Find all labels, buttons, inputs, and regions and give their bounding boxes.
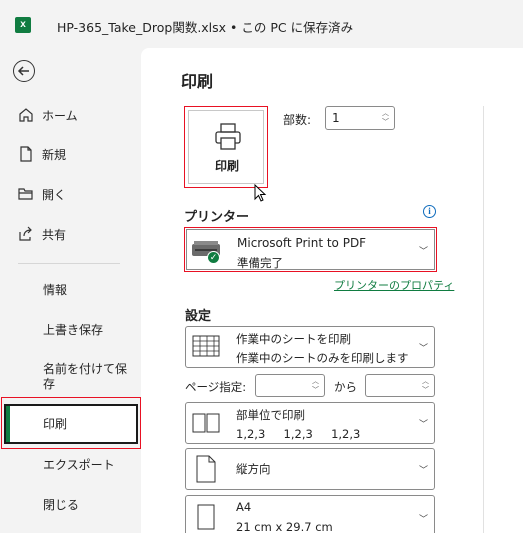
- printer-name: Microsoft Print to PDF: [237, 236, 367, 250]
- chevron-down-icon: ﹀: [418, 247, 428, 257]
- backstage-sidebar: ホーム 新規 開く 共有 情報 上書き保存 名前を付けて保存 印刷 エクスポート…: [0, 48, 141, 533]
- mouse-cursor-icon: [254, 184, 267, 202]
- print-button-label: 印刷: [214, 159, 239, 173]
- copies-value: 1: [332, 111, 340, 125]
- printer-properties-link[interactable]: プリンターのプロパティ: [334, 277, 454, 293]
- chevron-down-icon: ﹀: [418, 466, 428, 476]
- collate-title: 部単位で印刷: [236, 408, 305, 422]
- sidebar-item-info[interactable]: 情報: [0, 272, 141, 308]
- spinner-arrows-icon[interactable]: ︿ ﹀: [382, 109, 389, 127]
- print-what-title: 作業中のシートを印刷: [236, 332, 351, 346]
- print-button[interactable]: 印刷: [188, 110, 264, 184]
- pages-to-label: から: [334, 380, 357, 394]
- preview-divider: [483, 106, 484, 533]
- printer-dropdown-highlight: ✓ Microsoft Print to PDF 準備完了 ﹀: [184, 227, 437, 272]
- spinner-arrows-icon[interactable]: ︿ ﹀: [312, 377, 319, 395]
- sidebar-item-save[interactable]: 上書き保存: [0, 312, 141, 348]
- paper-size-icon: [197, 504, 215, 530]
- orientation-title: 縦方向: [236, 462, 271, 476]
- page-title: 印刷: [181, 72, 214, 91]
- sidebar-item-label: 共有: [42, 227, 67, 242]
- back-arrow-icon[interactable]: [13, 60, 35, 82]
- highlight-frame: [1, 397, 141, 449]
- home-icon: [19, 108, 33, 122]
- printer-icon: [215, 123, 241, 150]
- folder-icon: [18, 188, 33, 200]
- chevron-down-icon: ﹀: [418, 515, 428, 525]
- collate-desc: 1,2,3 1,2,3 1,2,3: [236, 427, 361, 441]
- ready-check-icon: ✓: [207, 251, 220, 264]
- print-what-desc: 作業中のシートのみを印刷します: [236, 351, 409, 365]
- pages-to-stepper[interactable]: ︿ ﹀: [365, 374, 435, 397]
- sidebar-item-open[interactable]: 開く: [0, 176, 141, 212]
- sidebar-divider: [18, 263, 120, 264]
- sheet-grid-icon: [192, 335, 220, 357]
- window-title: HP-365_Take_Drop関数.xlsx • この PC に保存済み: [57, 20, 354, 35]
- pages-from-stepper[interactable]: ︿ ﹀: [255, 374, 325, 397]
- sidebar-item-label: 名前を付けて保存: [43, 362, 128, 391]
- sidebar-item-export[interactable]: エクスポート: [0, 447, 141, 483]
- share-icon: [19, 226, 32, 241]
- new-file-icon: [20, 146, 32, 162]
- printer-status: 準備完了: [237, 256, 283, 270]
- printer-dropdown[interactable]: ✓ Microsoft Print to PDF 準備完了 ﹀: [186, 229, 435, 270]
- sidebar-item-label: エクスポート: [43, 457, 115, 472]
- sidebar-item-home[interactable]: ホーム: [0, 97, 141, 133]
- print-button-highlight: 印刷: [184, 106, 268, 188]
- sidebar-item-label: 閉じる: [43, 497, 80, 512]
- print-panel: 印刷 印刷 部数: 1 ︿ ﹀ プリンター i ✓ Microsoft Prin…: [141, 48, 523, 533]
- sidebar-item-close[interactable]: 閉じる: [0, 487, 141, 523]
- paper-size-dropdown[interactable]: A4 21 cm x 29.7 cm ﹀: [185, 495, 435, 533]
- excel-icon: x: [15, 17, 31, 33]
- printer-section-title: プリンター: [184, 210, 250, 225]
- collate-icon: [192, 413, 220, 433]
- chevron-down-icon: ﹀: [418, 420, 428, 430]
- title-bar: x HP-365_Take_Drop関数.xlsx • この PC に保存済み: [0, 0, 523, 48]
- chevron-down-icon: ﹀: [418, 344, 428, 354]
- sidebar-item-label: 上書き保存: [43, 322, 104, 337]
- sidebar-item-label: 開く: [42, 187, 67, 202]
- spinner-arrows-icon[interactable]: ︿ ﹀: [422, 377, 429, 395]
- copies-stepper[interactable]: 1 ︿ ﹀: [325, 106, 395, 130]
- print-what-dropdown[interactable]: 作業中のシートを印刷 作業中のシートのみを印刷します ﹀: [185, 326, 435, 368]
- orientation-dropdown[interactable]: 縦方向 ﹀: [185, 448, 435, 490]
- paper-size-title: A4: [236, 500, 252, 514]
- sidebar-item-label: 新規: [42, 147, 67, 162]
- sidebar-item-share[interactable]: 共有: [0, 216, 141, 252]
- settings-section-title: 設定: [185, 309, 212, 324]
- sidebar-item-label: 情報: [43, 282, 68, 297]
- copies-label: 部数:: [283, 113, 312, 127]
- collate-dropdown[interactable]: 部単位で印刷 1,2,3 1,2,3 1,2,3 ﹀: [185, 402, 435, 444]
- portrait-page-icon: [196, 455, 216, 483]
- pages-label: ページ指定:: [185, 380, 247, 394]
- paper-size-desc: 21 cm x 29.7 cm: [236, 520, 333, 533]
- sidebar-item-save-as[interactable]: 名前を付けて保存: [0, 358, 141, 398]
- sidebar-item-label: ホーム: [42, 108, 78, 123]
- info-icon[interactable]: i: [423, 205, 436, 218]
- sidebar-item-new[interactable]: 新規: [0, 136, 141, 172]
